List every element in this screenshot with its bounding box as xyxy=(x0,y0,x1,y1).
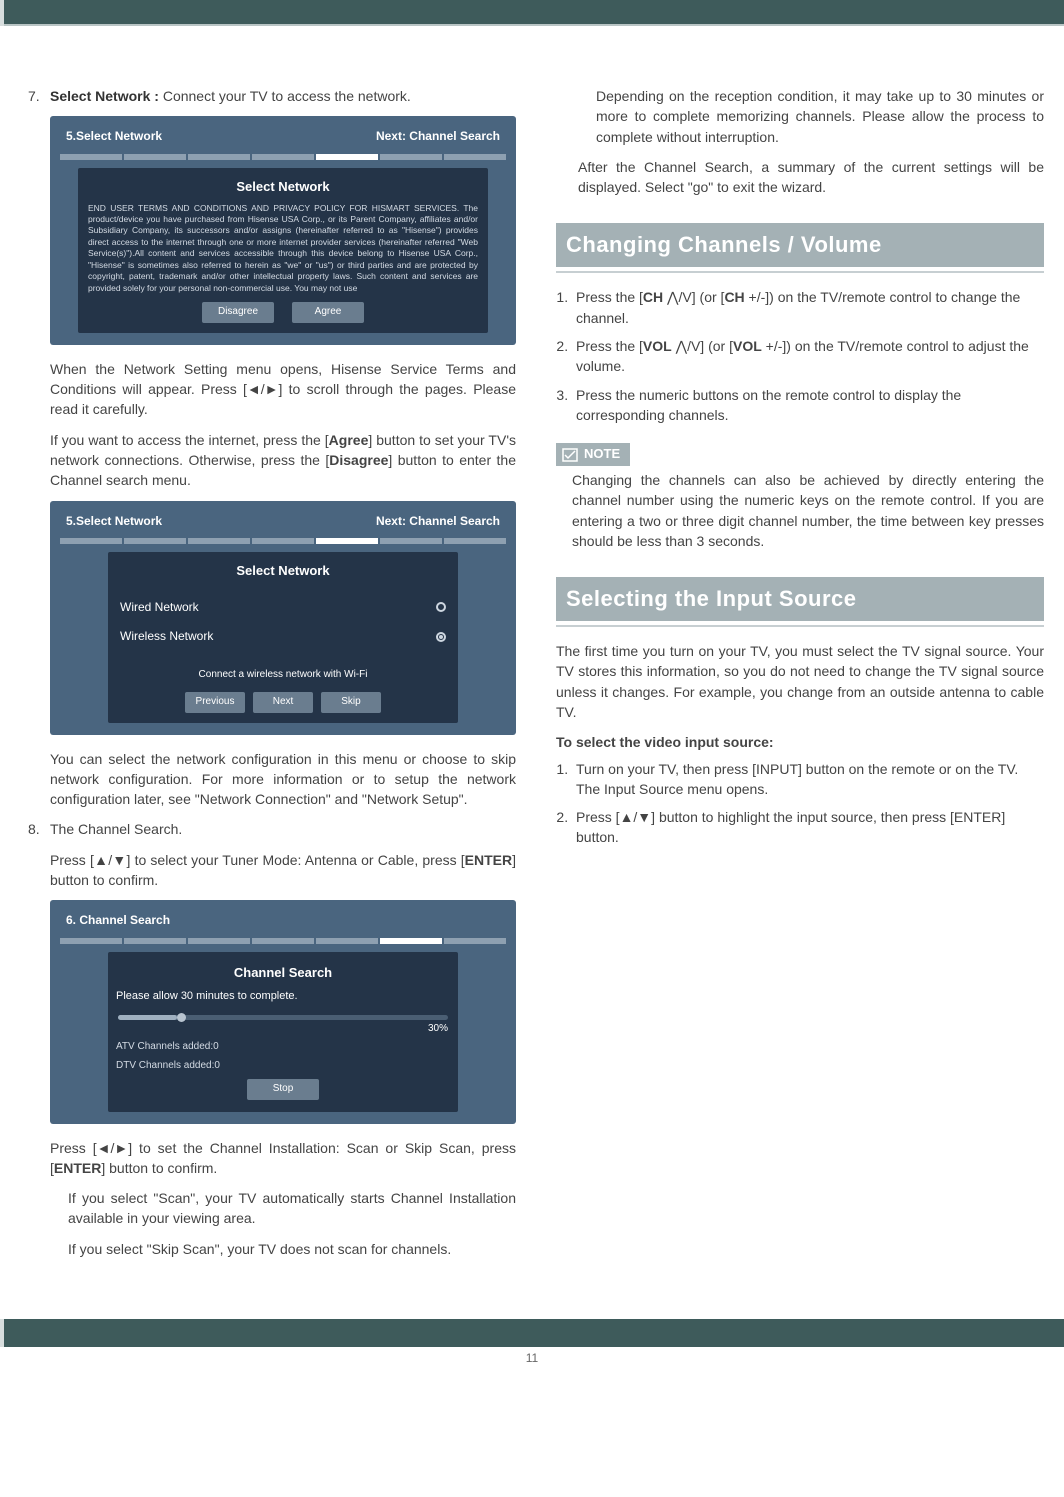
list-item: Press the [VOL ⋀/V] (or [VOL +/-]) on th… xyxy=(572,336,1044,377)
skip-button[interactable]: Skip xyxy=(321,692,381,713)
panel-title: Channel Search xyxy=(116,964,450,983)
paragraph: Press [▲/▼] to select your Tuner Mode: A… xyxy=(50,850,516,891)
step-number: 8. xyxy=(28,819,50,839)
section-heading-input-source: Selecting the Input Source xyxy=(556,577,1044,621)
stop-button[interactable]: Stop xyxy=(247,1079,319,1100)
changing-channels-list: Press the [CH ⋀/V] (or [CH +/-]) on the … xyxy=(572,287,1044,425)
paragraph: Press [◄/►] to set the Channel Installat… xyxy=(50,1138,516,1179)
page-number: 11 xyxy=(0,1351,1064,1375)
footer-bar xyxy=(0,1319,1064,1347)
radio-icon-selected xyxy=(436,632,446,642)
progress-handle-icon xyxy=(177,1013,186,1022)
panel-select-network-type: 5.Select Network Next: Channel Search Se… xyxy=(50,501,516,735)
paragraph: The first time you turn on your TV, you … xyxy=(556,641,1044,722)
wizard-progress xyxy=(60,938,506,944)
radio-icon xyxy=(436,602,446,612)
atv-channels-added: ATV Channels added:0 xyxy=(116,1040,450,1055)
paragraph: You can select the network configuration… xyxy=(50,749,516,810)
progress-percent: 30% xyxy=(118,1022,448,1037)
panel-next-label: Next: Channel Search xyxy=(376,513,500,530)
channel-search-msg: Please allow 30 minutes to complete. xyxy=(116,989,450,1005)
panel-next-label: Next: Channel Search xyxy=(376,128,500,145)
panel-step-label: 6. Channel Search xyxy=(66,912,170,929)
step-desc: Connect your TV to access the network. xyxy=(159,88,411,104)
header-bar xyxy=(0,0,1064,26)
step-number: 7. xyxy=(28,86,50,106)
previous-button[interactable]: Previous xyxy=(185,692,245,713)
option-label: Wired Network xyxy=(120,599,199,616)
section-heading-changing-channels: Changing Channels / Volume xyxy=(556,223,1044,267)
option-label: Wireless Network xyxy=(120,628,213,645)
divider xyxy=(556,271,1044,273)
note-body: Changing the channels can also be achiev… xyxy=(572,470,1044,551)
note-tag: NOTE xyxy=(556,443,630,466)
paragraph: After the Channel Search, a summary of t… xyxy=(578,157,1044,198)
disagree-button[interactable]: Disagree xyxy=(202,302,274,323)
step-label: Select Network : xyxy=(50,88,159,104)
paragraph-bold: To select the video input source: xyxy=(556,732,1044,752)
paragraph: Depending on the reception condition, it… xyxy=(596,86,1044,147)
panel-select-network-terms: 5.Select Network Next: Channel Search Se… xyxy=(50,116,516,344)
step-7: 7. Select Network : Connect your TV to a… xyxy=(28,86,516,106)
wizard-progress xyxy=(60,538,506,544)
paragraph: If you want to access the internet, pres… xyxy=(50,430,516,491)
note-label: NOTE xyxy=(584,445,620,464)
right-column: Depending on the reception condition, it… xyxy=(556,86,1044,1269)
panel-channel-search: 6. Channel Search Channel Search Please … xyxy=(50,900,516,1123)
panel-step-label: 5.Select Network xyxy=(66,513,162,530)
agree-button[interactable]: Agree xyxy=(292,302,364,323)
progress-bar: 30% xyxy=(118,1015,448,1037)
step-text: Select Network : Connect your TV to acce… xyxy=(50,86,516,106)
left-column: 7. Select Network : Connect your TV to a… xyxy=(28,86,516,1269)
wizard-progress xyxy=(60,154,506,160)
step-text: The Channel Search. xyxy=(50,819,516,839)
divider xyxy=(556,625,1044,627)
network-hint: Connect a wireless network with Wi-Fi xyxy=(118,668,448,683)
list-item: Turn on your TV, then press [INPUT] butt… xyxy=(572,759,1044,800)
panel-title: Select Network xyxy=(118,562,448,581)
step-8: 8. The Channel Search. xyxy=(28,819,516,839)
dtv-channels-added: DTV Channels added:0 xyxy=(116,1059,450,1074)
paragraph: If you select "Scan", your TV automatica… xyxy=(68,1188,516,1229)
next-button[interactable]: Next xyxy=(253,692,313,713)
list-item: Press the [CH ⋀/V] (or [CH +/-]) on the … xyxy=(572,287,1044,328)
note-icon xyxy=(562,448,578,462)
wireless-network-option[interactable]: Wireless Network xyxy=(118,622,448,651)
list-item: Press [▲/▼] button to highlight the inpu… xyxy=(572,807,1044,848)
panel-title: Select Network xyxy=(88,178,478,197)
panel-step-label: 5.Select Network xyxy=(66,128,162,145)
input-source-list: Turn on your TV, then press [INPUT] butt… xyxy=(572,759,1044,848)
paragraph: When the Network Setting menu opens, His… xyxy=(50,359,516,420)
terms-text: END USER TERMS AND CONDITIONS AND PRIVAC… xyxy=(88,203,478,295)
list-item: Press the numeric buttons on the remote … xyxy=(572,385,1044,426)
paragraph: If you select "Skip Scan", your TV does … xyxy=(68,1239,516,1259)
wired-network-option[interactable]: Wired Network xyxy=(118,593,448,622)
